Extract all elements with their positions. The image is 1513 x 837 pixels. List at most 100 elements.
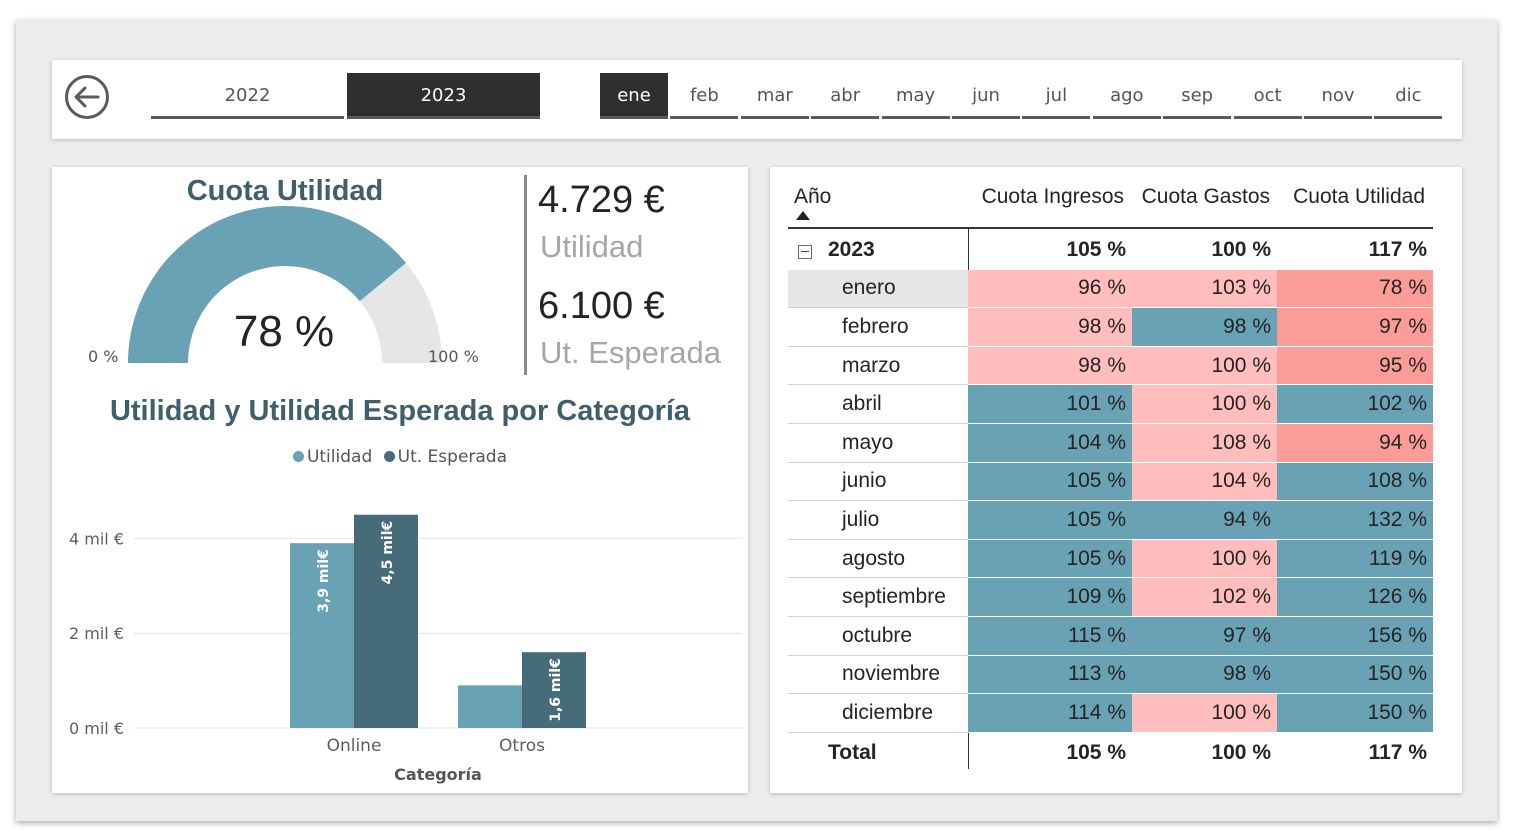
cell-c1: 105 % [968, 501, 1132, 540]
collapse-icon[interactable] [798, 245, 812, 259]
total-row[interactable]: Total 105 % 100 % 117 % [788, 734, 1433, 773]
month-button-jul[interactable]: jul [1022, 73, 1091, 119]
cell-c3: 156 % [1277, 617, 1433, 656]
cell-c2: 100 % [1132, 346, 1277, 386]
cell-c3: 102 % [1277, 385, 1433, 424]
table-row[interactable]: diciembre 114 % 100 % 150 % [788, 694, 1433, 733]
table-row[interactable]: octubre 115 % 97 % 156 % [788, 617, 1433, 656]
utilidad-panel: Cuota Utilidad 78 % 0 % 100 % 4.729 € Ut… [52, 167, 748, 793]
header-year[interactable]: Año [794, 185, 831, 209]
row-label: julio [788, 501, 968, 540]
cell-c3: 117 % [1368, 741, 1427, 765]
cell-c2: 100 % [1211, 741, 1271, 765]
cell-c3: 150 % [1277, 655, 1433, 695]
row-label: marzo [788, 347, 968, 386]
cell-c2: 103 % [1132, 269, 1277, 309]
bar-chart: 0 mil € 2 mil € 4 mil € 3,9 mil€ 4,5 mil€ Onl… [69, 514, 742, 784]
cuotas-matrix-panel: Año Cuota Ingresos Cuota Gastos Cuota Ut… [770, 167, 1462, 793]
table-row[interactable]: febrero 98 % 98 % 97 % [788, 308, 1433, 347]
cell-c2: 100 % [1132, 694, 1277, 733]
cell-c2: 102 % [1132, 578, 1277, 617]
data-label: 1,6 mil€ [548, 658, 564, 722]
cell-c2: 98 % [1132, 308, 1277, 347]
sort-up-icon[interactable] [796, 211, 810, 220]
row-label: agosto [788, 540, 968, 579]
cell-c2: 100 % [1132, 539, 1277, 579]
cell-c1: 105 % [968, 539, 1132, 579]
table-row[interactable]: septiembre 109 % 102 % 126 % [788, 578, 1433, 617]
cell-c2: 94 % [1132, 501, 1277, 540]
table-row[interactable]: marzo 98 % 100 % 95 % [788, 346, 1433, 386]
table-row[interactable]: enero 96 % 103 % 78 % [788, 269, 1433, 309]
x-axis-label: Categoría [394, 765, 482, 784]
row-label: Total [828, 741, 877, 765]
cell-c1: 101 % [968, 385, 1132, 424]
cell-c1: 115 % [968, 617, 1132, 656]
month-button-dic[interactable]: dic [1374, 73, 1443, 119]
header-cuota-gastos[interactable]: Cuota Gastos [1142, 185, 1270, 209]
row-label: enero [788, 269, 968, 309]
cell-c2: 100 % [1211, 238, 1271, 262]
cell-c1: 105 % [1066, 238, 1126, 262]
cell-c3: 117 % [1368, 238, 1427, 262]
row-label: abril [788, 385, 968, 424]
month-button-jun[interactable]: jun [952, 73, 1020, 119]
year-button-2023[interactable]: 2023 [347, 73, 540, 119]
row-label: mayo [788, 424, 968, 463]
cell-c1: 105 % [1066, 741, 1126, 765]
month-button-nov[interactable]: nov [1304, 73, 1372, 119]
cell-c3: 132 % [1277, 501, 1433, 540]
cell-c1: 105 % [968, 462, 1132, 502]
cell-c3: 119 % [1277, 539, 1433, 579]
month-button-ago[interactable]: ago [1092, 73, 1161, 119]
year-row-2023[interactable]: 2023 105 % 100 % 117 % [788, 231, 1433, 270]
y-tick-label: 2 mil € [69, 624, 124, 643]
table-row[interactable]: abril 101 % 100 % 102 % [788, 385, 1433, 424]
table-row[interactable]: junio 105 % 104 % 108 % [788, 462, 1433, 502]
cell-c2: 108 % [1132, 424, 1277, 463]
month-button-abr[interactable]: abr [811, 73, 880, 119]
x-tick-label: Online [327, 736, 382, 756]
bar-utilidad-otros[interactable] [458, 685, 522, 728]
x-tick-label: Otros [499, 736, 545, 756]
cell-c1: 109 % [968, 578, 1132, 617]
month-button-mar[interactable]: mar [740, 73, 809, 119]
cell-c1: 98 % [968, 346, 1132, 386]
month-button-sep[interactable]: sep [1163, 73, 1232, 119]
back-button[interactable] [65, 75, 109, 119]
month-button-ene[interactable]: ene [600, 73, 668, 119]
header-cuota-utilidad[interactable]: Cuota Utilidad [1293, 185, 1425, 209]
table-row[interactable]: julio 105 % 94 % 132 % [788, 501, 1433, 540]
data-label: 3,9 mil€ [316, 549, 332, 613]
cell-c3: 126 % [1277, 578, 1433, 617]
row-label: diciembre [788, 694, 968, 733]
cell-c2: 104 % [1132, 462, 1277, 502]
cell-c3: 97 % [1277, 308, 1433, 347]
cell-c3: 150 % [1277, 694, 1433, 733]
arrow-left-circle-icon [74, 86, 100, 108]
filter-bar: 2022 2023 ene feb mar abr may jun jul ago sep oct n… [52, 60, 1462, 139]
month-button-oct[interactable]: oct [1233, 73, 1302, 119]
month-button-feb[interactable]: feb [670, 73, 739, 119]
cell-c3: 94 % [1277, 424, 1433, 463]
row-label: junio [788, 463, 968, 502]
table-row[interactable]: agosto 105 % 100 % 119 % [788, 539, 1433, 579]
data-label: 4,5 mil€ [380, 521, 396, 585]
table-row[interactable]: mayo 104 % 108 % 94 % [788, 424, 1433, 463]
y-tick-label: 0 mil € [69, 719, 124, 738]
table-row[interactable]: noviembre 113 % 98 % 150 % [788, 655, 1433, 695]
cell-c1: 114 % [968, 694, 1132, 733]
row-label: octubre [788, 617, 968, 656]
header-cuota-ingresos[interactable]: Cuota Ingresos [982, 185, 1124, 209]
row-label: septiembre [788, 578, 968, 617]
cell-c1: 104 % [968, 424, 1132, 463]
month-button-may[interactable]: may [881, 73, 950, 119]
cell-c3: 78 % [1277, 269, 1433, 309]
row-label: 2023 [828, 238, 875, 262]
year-button-2022[interactable]: 2022 [151, 73, 344, 119]
cell-c3: 108 % [1277, 462, 1433, 502]
row-label: febrero [788, 308, 968, 347]
cell-c3: 95 % [1277, 346, 1433, 386]
matrix-header: Año Cuota Ingresos Cuota Gastos Cuota Ut… [788, 167, 1433, 229]
y-tick-label: 4 mil € [69, 529, 124, 548]
